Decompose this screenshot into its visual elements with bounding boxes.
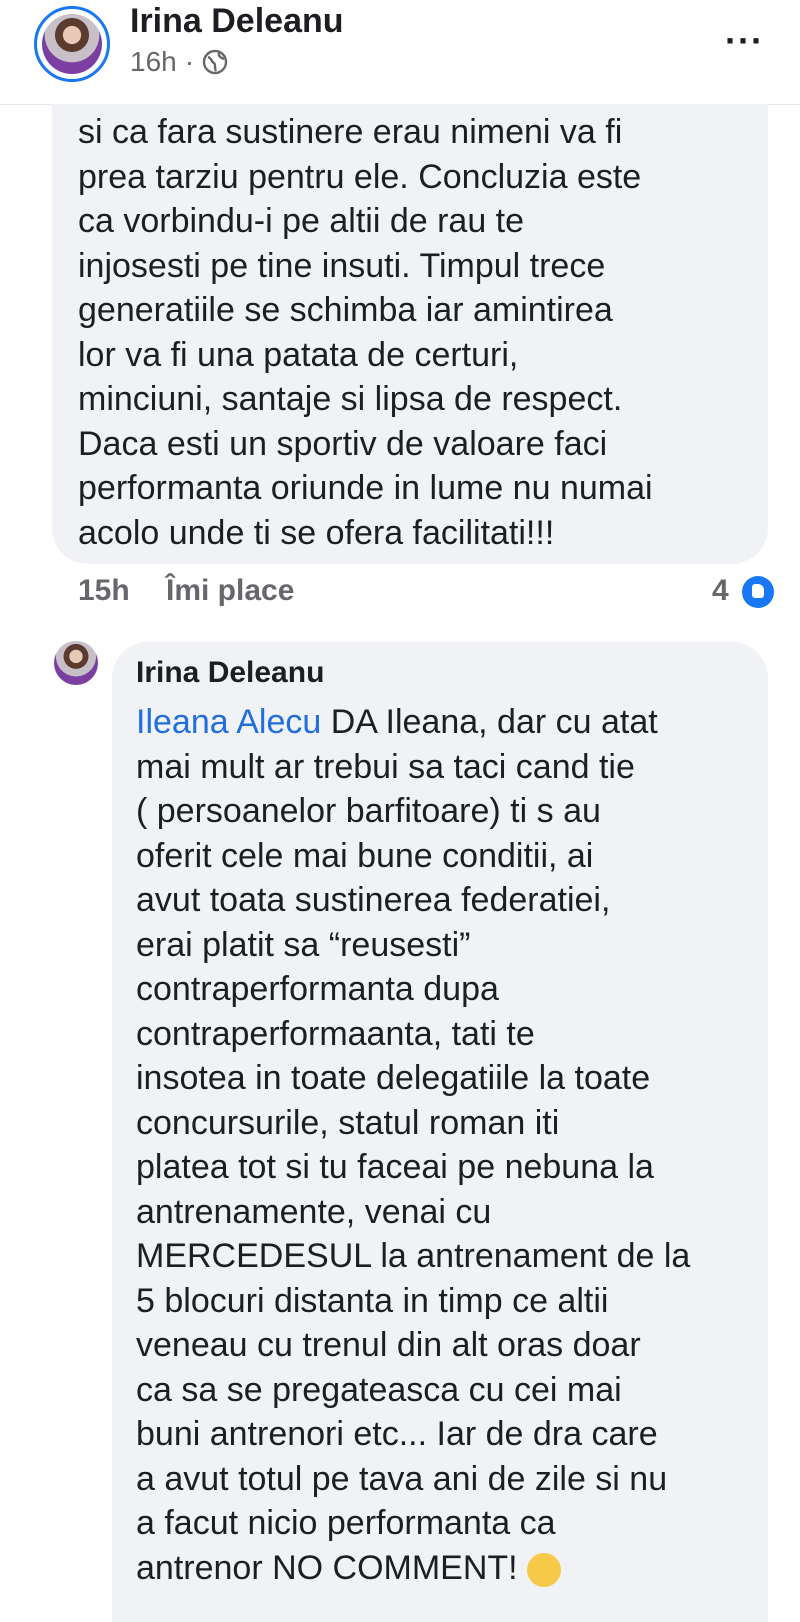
more-options-icon[interactable]: ··· bbox=[725, 20, 764, 62]
like-reaction-icon[interactable] bbox=[742, 576, 774, 608]
post-header: Irina Deleanu 16h · ··· bbox=[0, 0, 800, 105]
author-name[interactable]: Irina Deleanu bbox=[130, 2, 344, 41]
comment-bubble: si ca fara sustinere erau nimeni va fi p… bbox=[52, 104, 768, 564]
reply-text: DA Ileana, dar cu atat mai mult ar trebu… bbox=[136, 703, 691, 1587]
comment-actions: 15h Îmi place 4 bbox=[78, 570, 778, 614]
avatar-photo bbox=[42, 14, 102, 74]
reply-author-avatar[interactable] bbox=[54, 641, 98, 685]
neutral-face-emoji-icon bbox=[527, 1552, 562, 1587]
meta-separator: · bbox=[184, 46, 195, 77]
globe-icon bbox=[202, 49, 228, 75]
post-time[interactable]: 16h bbox=[130, 46, 177, 78]
comment-time[interactable]: 15h bbox=[78, 574, 130, 608]
comment-text: si ca fara sustinere erau nimeni va fi p… bbox=[78, 113, 653, 552]
reply-text-block: Ileana Alecu DA Ileana, dar cu atat mai … bbox=[136, 700, 756, 1590]
mention-link[interactable]: Ileana Alecu bbox=[136, 703, 321, 741]
reaction-count[interactable]: 4 bbox=[712, 574, 729, 608]
author-avatar[interactable] bbox=[34, 6, 110, 82]
reply-author-name[interactable]: Irina Deleanu bbox=[136, 656, 324, 690]
like-button[interactable]: Îmi place bbox=[166, 574, 294, 608]
reply-bubble: Irina Deleanu Ileana Alecu DA Ileana, da… bbox=[112, 642, 768, 1622]
post-meta: 16h · bbox=[130, 46, 228, 78]
